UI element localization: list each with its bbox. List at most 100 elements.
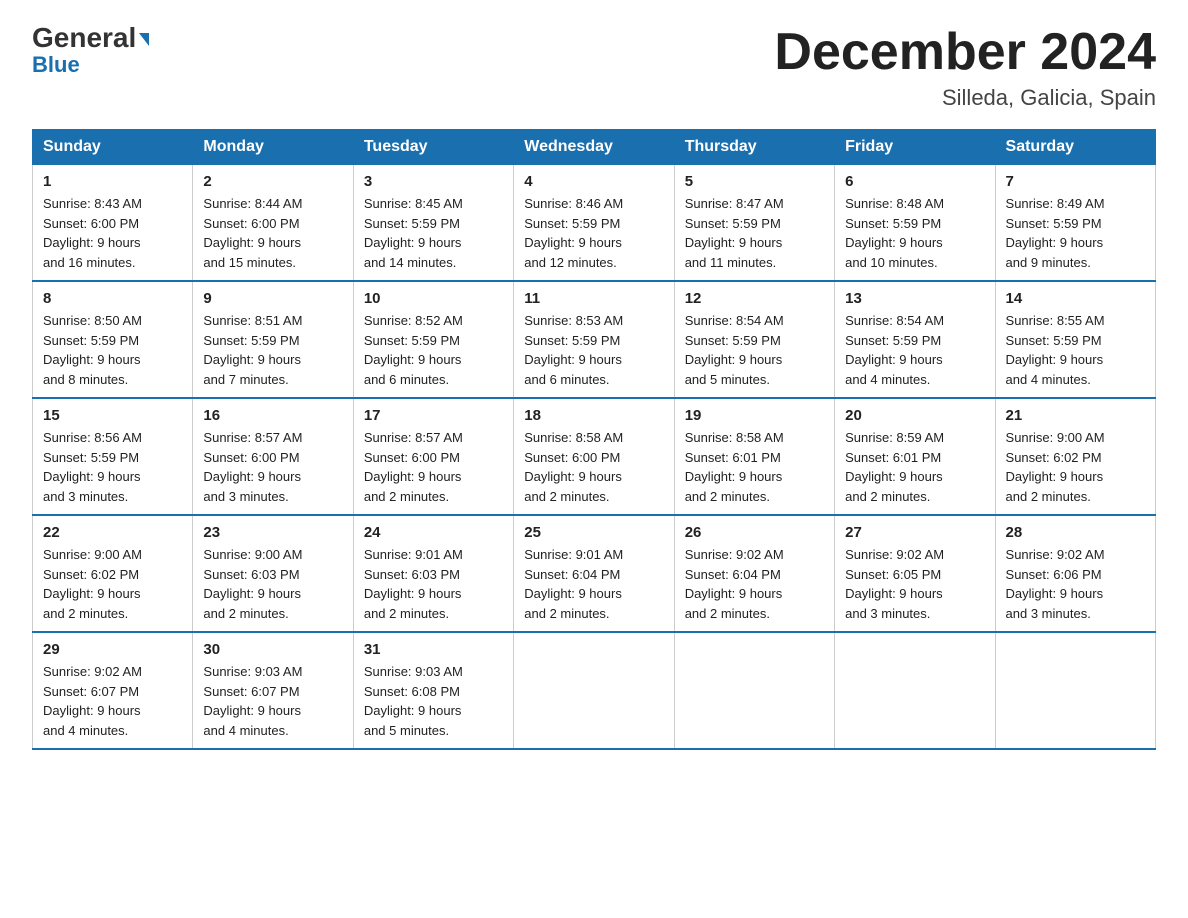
day-info: Sunrise: 8:52 AM Sunset: 5:59 PM Dayligh… [364,311,503,389]
logo-general-text: General [32,24,149,52]
day-number: 10 [364,290,503,307]
day-number: 5 [685,173,824,190]
table-row: 13 Sunrise: 8:54 AM Sunset: 5:59 PM Dayl… [835,281,995,398]
title-block: December 2024 Silleda, Galicia, Spain [774,24,1156,111]
table-row: 6 Sunrise: 8:48 AM Sunset: 5:59 PM Dayli… [835,165,995,282]
page-header: General Blue December 2024 Silleda, Gali… [32,24,1156,111]
day-number: 12 [685,290,824,307]
day-info: Sunrise: 8:59 AM Sunset: 6:01 PM Dayligh… [845,428,984,506]
day-number: 3 [364,173,503,190]
day-number: 25 [524,524,663,541]
day-number: 4 [524,173,663,190]
day-info: Sunrise: 8:58 AM Sunset: 6:01 PM Dayligh… [685,428,824,506]
calendar-title: December 2024 [774,24,1156,81]
table-row: 26 Sunrise: 9:02 AM Sunset: 6:04 PM Dayl… [674,515,834,632]
day-info: Sunrise: 8:53 AM Sunset: 5:59 PM Dayligh… [524,311,663,389]
table-row: 15 Sunrise: 8:56 AM Sunset: 5:59 PM Dayl… [33,398,193,515]
day-number: 23 [203,524,342,541]
day-info: Sunrise: 8:47 AM Sunset: 5:59 PM Dayligh… [685,194,824,272]
calendar-week-row: 8 Sunrise: 8:50 AM Sunset: 5:59 PM Dayli… [33,281,1156,398]
table-row [674,632,834,749]
header-monday: Monday [193,130,353,165]
day-info: Sunrise: 8:54 AM Sunset: 5:59 PM Dayligh… [845,311,984,389]
day-info: Sunrise: 8:46 AM Sunset: 5:59 PM Dayligh… [524,194,663,272]
day-number: 19 [685,407,824,424]
table-row: 8 Sunrise: 8:50 AM Sunset: 5:59 PM Dayli… [33,281,193,398]
calendar-week-row: 1 Sunrise: 8:43 AM Sunset: 6:00 PM Dayli… [33,165,1156,282]
day-number: 22 [43,524,182,541]
day-info: Sunrise: 9:00 AM Sunset: 6:02 PM Dayligh… [1006,428,1145,506]
table-row: 30 Sunrise: 9:03 AM Sunset: 6:07 PM Dayl… [193,632,353,749]
day-info: Sunrise: 9:02 AM Sunset: 6:05 PM Dayligh… [845,545,984,623]
day-info: Sunrise: 9:02 AM Sunset: 6:04 PM Dayligh… [685,545,824,623]
day-info: Sunrise: 8:49 AM Sunset: 5:59 PM Dayligh… [1006,194,1145,272]
day-info: Sunrise: 9:01 AM Sunset: 6:04 PM Dayligh… [524,545,663,623]
day-info: Sunrise: 8:44 AM Sunset: 6:00 PM Dayligh… [203,194,342,272]
header-tuesday: Tuesday [353,130,513,165]
day-info: Sunrise: 8:45 AM Sunset: 5:59 PM Dayligh… [364,194,503,272]
day-info: Sunrise: 8:50 AM Sunset: 5:59 PM Dayligh… [43,311,182,389]
day-number: 31 [364,641,503,658]
day-info: Sunrise: 8:54 AM Sunset: 5:59 PM Dayligh… [685,311,824,389]
day-number: 2 [203,173,342,190]
day-info: Sunrise: 9:00 AM Sunset: 6:02 PM Dayligh… [43,545,182,623]
table-row: 9 Sunrise: 8:51 AM Sunset: 5:59 PM Dayli… [193,281,353,398]
day-number: 7 [1006,173,1145,190]
day-info: Sunrise: 8:55 AM Sunset: 5:59 PM Dayligh… [1006,311,1145,389]
day-info: Sunrise: 8:57 AM Sunset: 6:00 PM Dayligh… [203,428,342,506]
table-row: 3 Sunrise: 8:45 AM Sunset: 5:59 PM Dayli… [353,165,513,282]
table-row: 24 Sunrise: 9:01 AM Sunset: 6:03 PM Dayl… [353,515,513,632]
calendar-subtitle: Silleda, Galicia, Spain [774,85,1156,111]
table-row: 2 Sunrise: 8:44 AM Sunset: 6:00 PM Dayli… [193,165,353,282]
day-number: 6 [845,173,984,190]
calendar-table: Sunday Monday Tuesday Wednesday Thursday… [32,129,1156,750]
table-row: 12 Sunrise: 8:54 AM Sunset: 5:59 PM Dayl… [674,281,834,398]
day-number: 28 [1006,524,1145,541]
day-number: 26 [685,524,824,541]
day-info: Sunrise: 8:57 AM Sunset: 6:00 PM Dayligh… [364,428,503,506]
day-number: 29 [43,641,182,658]
day-number: 14 [1006,290,1145,307]
header-sunday: Sunday [33,130,193,165]
table-row [514,632,674,749]
day-number: 11 [524,290,663,307]
table-row: 28 Sunrise: 9:02 AM Sunset: 6:06 PM Dayl… [995,515,1155,632]
day-number: 13 [845,290,984,307]
logo: General Blue [32,24,149,76]
day-number: 8 [43,290,182,307]
day-info: Sunrise: 9:02 AM Sunset: 6:07 PM Dayligh… [43,662,182,740]
table-row: 31 Sunrise: 9:03 AM Sunset: 6:08 PM Dayl… [353,632,513,749]
table-row: 22 Sunrise: 9:00 AM Sunset: 6:02 PM Dayl… [33,515,193,632]
day-number: 20 [845,407,984,424]
table-row: 20 Sunrise: 8:59 AM Sunset: 6:01 PM Dayl… [835,398,995,515]
table-row: 7 Sunrise: 8:49 AM Sunset: 5:59 PM Dayli… [995,165,1155,282]
table-row: 23 Sunrise: 9:00 AM Sunset: 6:03 PM Dayl… [193,515,353,632]
table-row: 1 Sunrise: 8:43 AM Sunset: 6:00 PM Dayli… [33,165,193,282]
day-info: Sunrise: 8:51 AM Sunset: 5:59 PM Dayligh… [203,311,342,389]
day-number: 16 [203,407,342,424]
day-number: 9 [203,290,342,307]
table-row: 4 Sunrise: 8:46 AM Sunset: 5:59 PM Dayli… [514,165,674,282]
table-row: 10 Sunrise: 8:52 AM Sunset: 5:59 PM Dayl… [353,281,513,398]
day-info: Sunrise: 8:56 AM Sunset: 5:59 PM Dayligh… [43,428,182,506]
day-info: Sunrise: 9:00 AM Sunset: 6:03 PM Dayligh… [203,545,342,623]
table-row: 17 Sunrise: 8:57 AM Sunset: 6:00 PM Dayl… [353,398,513,515]
day-info: Sunrise: 9:01 AM Sunset: 6:03 PM Dayligh… [364,545,503,623]
day-info: Sunrise: 8:48 AM Sunset: 5:59 PM Dayligh… [845,194,984,272]
header-wednesday: Wednesday [514,130,674,165]
day-number: 15 [43,407,182,424]
calendar-week-row: 22 Sunrise: 9:00 AM Sunset: 6:02 PM Dayl… [33,515,1156,632]
header-friday: Friday [835,130,995,165]
table-row: 5 Sunrise: 8:47 AM Sunset: 5:59 PM Dayli… [674,165,834,282]
day-info: Sunrise: 9:03 AM Sunset: 6:08 PM Dayligh… [364,662,503,740]
table-row [995,632,1155,749]
header-thursday: Thursday [674,130,834,165]
day-number: 21 [1006,407,1145,424]
table-row: 19 Sunrise: 8:58 AM Sunset: 6:01 PM Dayl… [674,398,834,515]
day-number: 1 [43,173,182,190]
day-info: Sunrise: 9:03 AM Sunset: 6:07 PM Dayligh… [203,662,342,740]
calendar-week-row: 29 Sunrise: 9:02 AM Sunset: 6:07 PM Dayl… [33,632,1156,749]
day-number: 30 [203,641,342,658]
table-row: 21 Sunrise: 9:00 AM Sunset: 6:02 PM Dayl… [995,398,1155,515]
days-header-row: Sunday Monday Tuesday Wednesday Thursday… [33,130,1156,165]
